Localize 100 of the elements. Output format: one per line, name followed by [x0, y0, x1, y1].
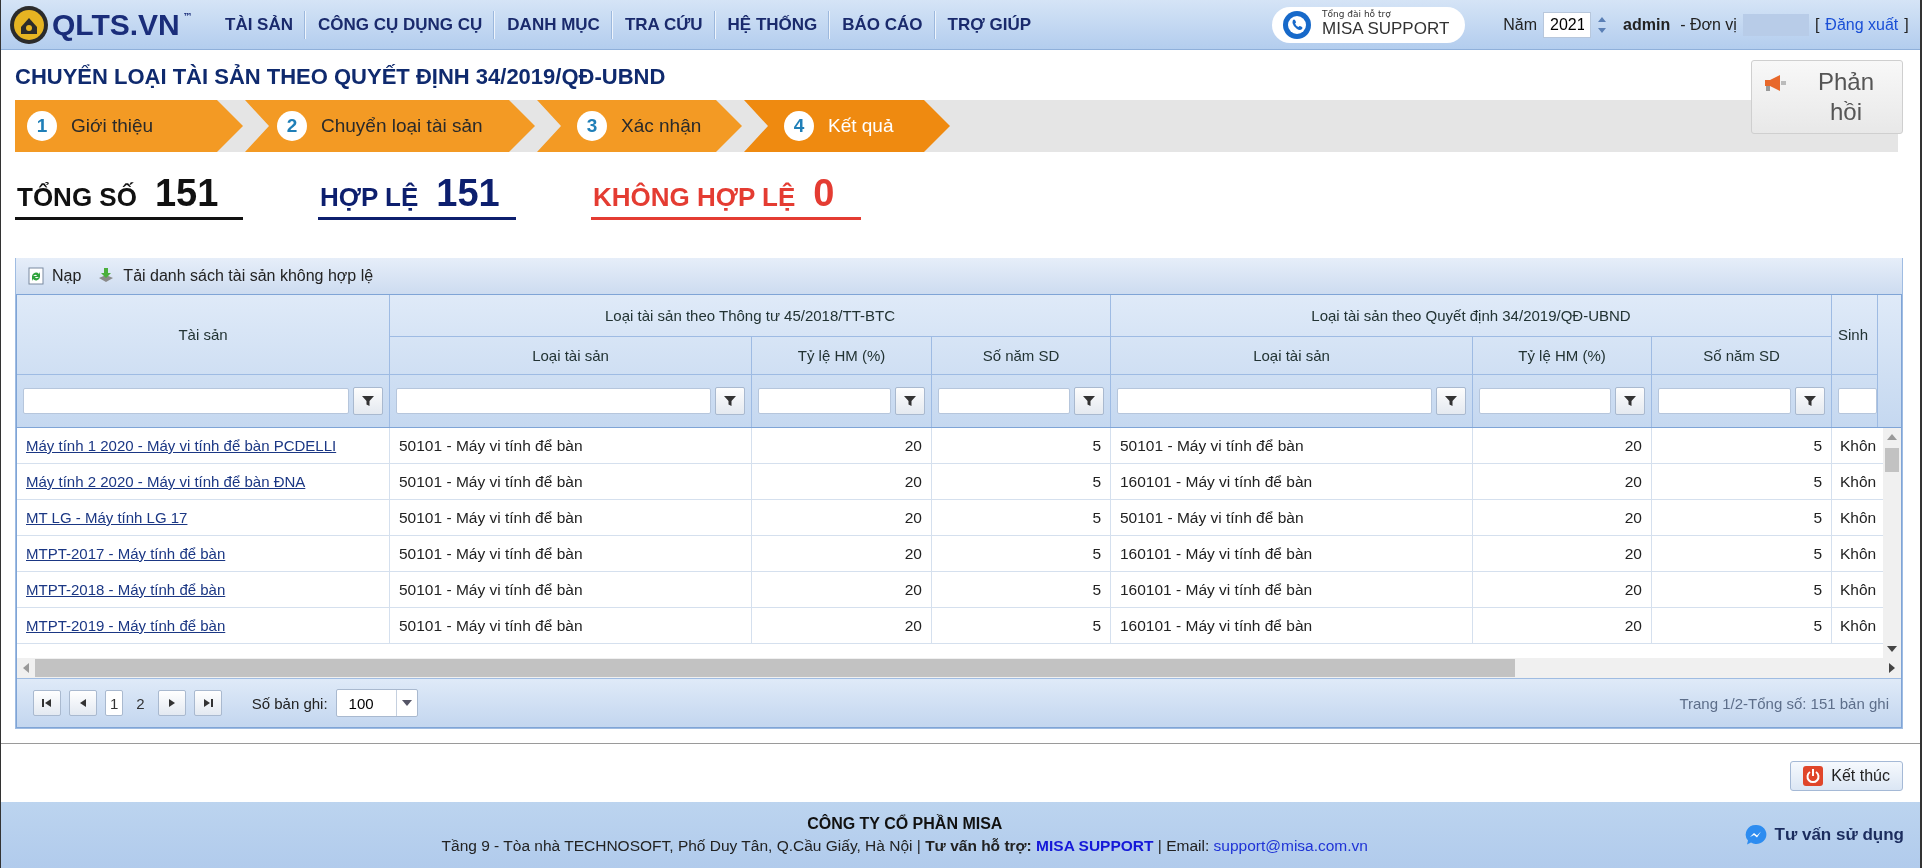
filter-button[interactable] [1074, 387, 1104, 415]
menu-item[interactable]: HỆ THỐNG [714, 10, 830, 39]
support-caption: Tổng đài hỗ trợ [1322, 10, 1392, 19]
table-cell: 5 [932, 536, 1111, 571]
filter-field[interactable] [1117, 388, 1432, 414]
year-field[interactable]: 2021 [1543, 11, 1592, 38]
filter-button[interactable] [895, 387, 925, 415]
scroll-thumb[interactable] [1885, 448, 1899, 472]
next-page-button[interactable] [157, 690, 186, 716]
table-cell-text: Khôn [1839, 543, 1878, 564]
scroll-up-icon[interactable] [1887, 434, 1897, 440]
filter-field[interactable] [938, 388, 1070, 414]
year-label: Năm [1503, 15, 1538, 34]
column-header: Số năm SD [932, 337, 1111, 375]
asset-link[interactable]: MTPT-2018 - Máy tính để bàn [26, 581, 226, 598]
menu-item[interactable]: TÀI SẢN [213, 10, 305, 39]
table-cell: 20 [752, 464, 932, 499]
vertical-scrollbar[interactable] [1883, 428, 1901, 658]
table-cell: 20 [1473, 428, 1652, 463]
menu-item[interactable]: DANH MỤC [494, 10, 612, 39]
table-cell: 50101 - Máy vi tính để bàn [1111, 500, 1473, 535]
asset-link[interactable]: Máy tính 1 2020 - Máy vi tính để bàn PCDELLI [26, 437, 337, 454]
wizard-step[interactable]: 4 Kết quả [744, 100, 950, 152]
table-cell: 20 [1473, 572, 1652, 607]
chat-button[interactable]: Tư vấn sử dụng [1738, 823, 1910, 847]
power-icon [1803, 766, 1824, 786]
email-link[interactable]: support@misa.com.vn [1213, 837, 1368, 854]
support-badge[interactable]: Tổng đài hỗ trợ MISA SUPPORT [1272, 6, 1466, 43]
horizontal-scrollbar[interactable] [17, 658, 1901, 678]
refresh-icon [28, 267, 44, 285]
asset-link[interactable]: Máy tính 2 2020 - Máy vi tính để bàn ĐNA [26, 473, 306, 490]
filter-button[interactable] [715, 387, 745, 415]
table-cell: 20 [1473, 536, 1652, 571]
filter-button[interactable] [1436, 387, 1466, 415]
previous-icon [78, 698, 88, 708]
filter-icon [362, 395, 374, 407]
page-title: CHUYỂN LOẠI TÀI SẢN THEO QUYẾT ĐỊNH 34/2019/QĐ-UBND [15, 64, 666, 90]
menu-item[interactable]: BÁO CÁO [829, 10, 935, 39]
wizard-step[interactable]: 3 Xác nhận [537, 100, 742, 152]
menu-item[interactable]: TRA CỨU [611, 10, 715, 39]
filter-field[interactable] [396, 388, 711, 414]
scroll-left-icon[interactable] [23, 663, 29, 673]
bracket-text: [ [1814, 15, 1820, 34]
asset-link[interactable]: MTPT-2017 - Máy tính để bàn [26, 545, 226, 562]
table-cell: 50101 - Máy vi tính để bàn [390, 500, 752, 535]
table-cell: 50101 - Máy vi tính để bàn [1111, 428, 1473, 463]
column-group-header: Loại tài sản theo Thông tư 45/2018/TT-BTC [390, 295, 1111, 337]
wizard-step[interactable]: 2 Chuyển loại tài sản [245, 100, 535, 152]
column-header: Tỷ lệ HM (%) [752, 337, 932, 375]
table-cell: 5 [932, 500, 1111, 535]
filter-field[interactable] [1658, 388, 1791, 414]
page-button[interactable]: 2 [131, 690, 150, 716]
filter-icon [904, 395, 916, 407]
page-size-label: Số bản ghi: [251, 694, 328, 712]
scroll-thumb[interactable] [35, 659, 1515, 677]
filter-field[interactable] [23, 388, 349, 414]
support-link[interactable]: MISA SUPPORT [1036, 837, 1154, 854]
logout-link[interactable]: Đăng xuất [1825, 15, 1899, 34]
asset-link[interactable]: MTPT-2019 - Máy tính để bàn [26, 617, 226, 634]
table-cell: 5 [932, 464, 1111, 499]
last-page-button[interactable] [193, 690, 222, 716]
finish-button[interactable]: Kết thúc [1790, 761, 1903, 791]
filter-icon [1624, 395, 1636, 407]
first-page-icon [42, 698, 52, 708]
scroll-right-icon[interactable] [1889, 663, 1895, 673]
table-cell: 20 [1473, 500, 1652, 535]
table-cell: 160101 - Máy vi tính để bàn [1111, 608, 1473, 643]
page-size-dropdown[interactable]: 100 [335, 689, 418, 717]
filter-button[interactable] [353, 387, 383, 415]
footer-contact: Tầng 9 - Tòa nhà TECHNOSOFT, Phố Duy Tân, Q.Cầu Giấy, Hà Nội | Tư vấn hỗ trợ: MISA SUPPORT | Email: support@misa.com.vn [441, 837, 1368, 855]
asset-link[interactable]: MT LG - Máy tính LG 17 [26, 509, 188, 526]
filter-button[interactable] [1615, 387, 1645, 415]
last-page-icon [202, 698, 213, 708]
first-page-button[interactable] [33, 690, 61, 716]
next-icon [166, 698, 177, 708]
filter-button[interactable] [1795, 387, 1825, 415]
table-cell: 5 [1652, 572, 1832, 607]
table-cell: 5 [932, 572, 1111, 607]
user-name: admin [1623, 15, 1671, 34]
column-group-header: Loại tài sản theo Quyết định 34/2019/QĐ-UBND [1111, 295, 1832, 337]
filter-field[interactable] [758, 388, 891, 414]
table-cell-text: Khôn [1839, 579, 1878, 600]
menu-item[interactable]: TRỢ GIÚP [934, 10, 1044, 39]
company-name: CÔNG TY CỔ PHẦN MISA [807, 815, 1003, 833]
download-button[interactable]: Tải danh sách tài sản không hợp lệ [95, 265, 376, 287]
feedback-button[interactable]: Phản hồi [1751, 60, 1903, 134]
table-cell: 20 [752, 572, 932, 607]
total-label: HỢP LỆ [320, 182, 419, 213]
previous-page-button[interactable] [69, 690, 97, 716]
page-button[interactable]: 1 [105, 690, 124, 716]
column-header: Sinh [1832, 295, 1878, 375]
filter-field[interactable] [1479, 388, 1611, 414]
reload-button[interactable]: Nạp [26, 265, 84, 287]
scroll-down-icon[interactable] [1887, 646, 1897, 652]
table-cell: 50101 - Máy vi tính để bàn [390, 464, 752, 499]
menu-item[interactable]: CÔNG CỤ DỤNG CỤ [305, 10, 495, 39]
total-value: 151 [154, 172, 219, 215]
filter-field[interactable] [1838, 388, 1877, 414]
wizard-step[interactable]: 1 Giới thiệu [15, 100, 243, 152]
table-cell-text: Khôn [1839, 615, 1878, 636]
